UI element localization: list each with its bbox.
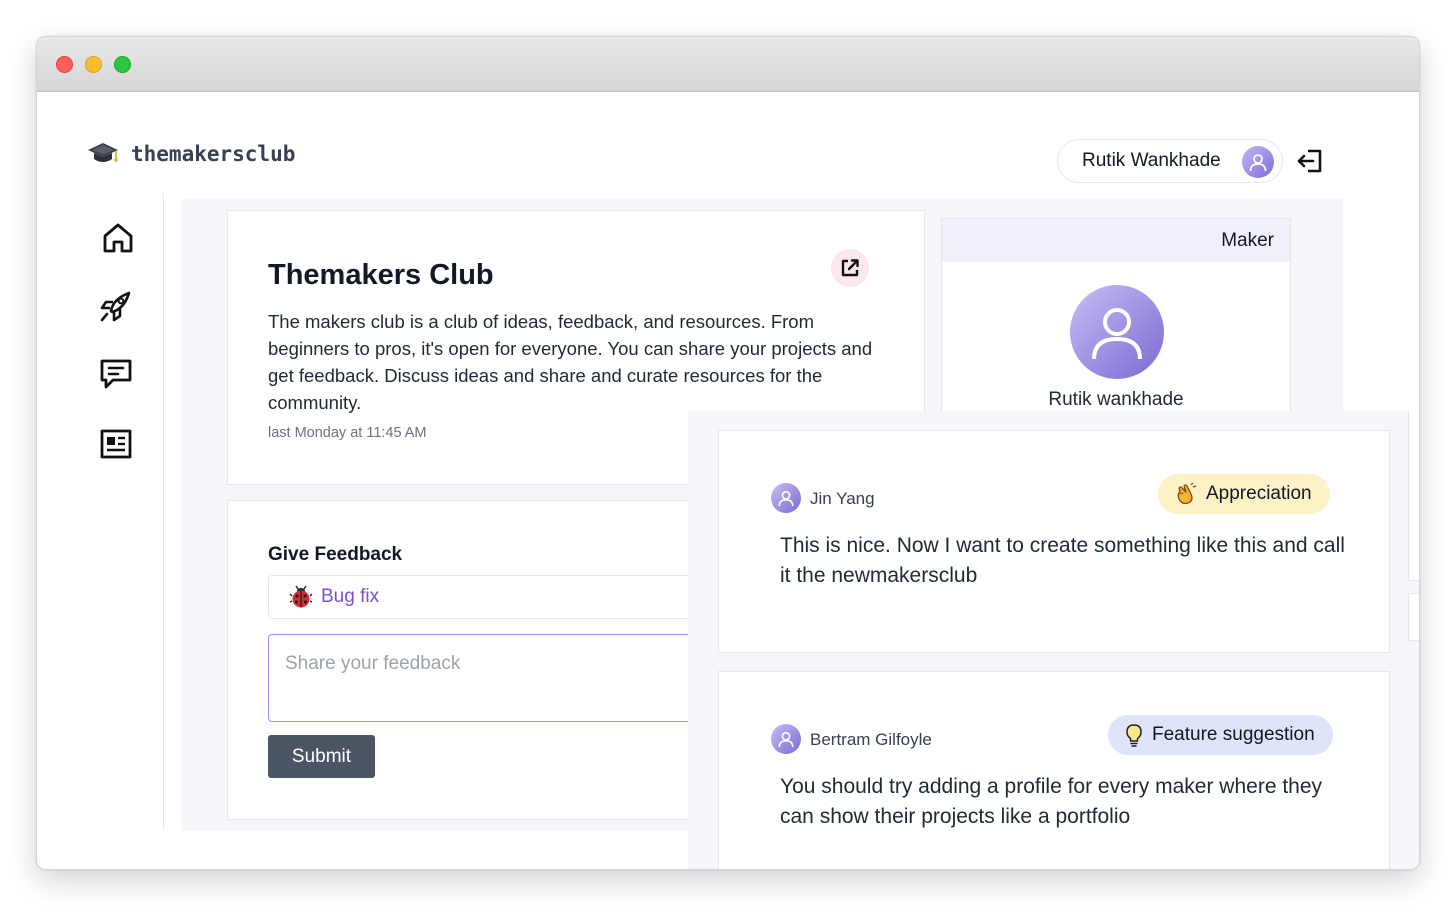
browser-window: themakersclub Rutik Wankhade Themakers C… [36,36,1420,870]
feedback-type-value: Bug fix [321,586,380,607]
comment-text: You should try adding a profile for ever… [780,775,1323,828]
comment-type-badge: Feature suggestion [1108,715,1333,755]
club-timestamp: last Monday at 11:45 AM [268,425,427,441]
user-name: Rutik Wankhade [1082,150,1221,171]
user-icon [1092,308,1142,360]
app-logo[interactable]: themakersclub [87,141,295,167]
page-content: themakersclub Rutik Wankhade Themakers C… [37,93,1419,869]
comment-author: Bertram Gilfoyle [810,730,932,749]
comment-avatar[interactable] [771,724,801,754]
ladybug-icon [289,585,313,608]
clapping-hands-icon [1177,482,1197,505]
comment-avatar[interactable] [771,483,801,513]
comment-author: Jin Yang [810,489,875,508]
newspaper-icon[interactable] [99,427,133,461]
user-icon [778,490,794,507]
feedback-label: Give Feedback [268,544,403,565]
maker-header: Maker [942,219,1290,262]
comment-badge-label: Appreciation [1206,483,1312,504]
user-avatar [1242,146,1274,178]
user-icon [778,731,794,748]
graduation-cap-icon [88,143,118,162]
comment-type-badge: Appreciation [1158,474,1330,514]
logout-icon[interactable] [1295,145,1327,177]
maker-name: Rutik wankhade [1048,389,1184,410]
background-card-edge [1408,411,1419,581]
window-titlebar [37,37,1419,92]
maker-label: Maker [1221,229,1274,251]
open-link-button[interactable] [831,249,869,287]
close-window-button[interactable] [56,56,73,73]
comment-text: This is nice. Now I want to create somet… [780,534,1345,587]
submit-button[interactable]: Submit [268,735,375,778]
rocket-icon[interactable] [99,289,133,323]
background-card-edge [1408,593,1419,641]
comment-card: Jin Yang Appreciation This is nice. Now … [718,430,1390,653]
comment-badge-label: Feature suggestion [1152,724,1315,745]
home-icon[interactable] [101,221,135,255]
user-profile-pill[interactable]: Rutik Wankhade [1057,139,1283,183]
external-link-icon [841,259,859,277]
user-icon [1249,154,1267,172]
minimize-window-button[interactable] [85,56,102,73]
club-description: The makers club is a club of ideas, feed… [268,311,873,413]
maker-card: Maker Rutik wankhade [941,218,1291,418]
app-logo-text: themakersclub [131,142,296,166]
maker-avatar[interactable] [1070,285,1164,379]
lightbulb-icon [1126,724,1142,747]
chat-icon[interactable] [99,357,133,391]
club-title: Themakers Club [268,259,494,291]
maximize-window-button[interactable] [114,56,131,73]
comment-card: Bertram Gilfoyle Feature suggestion You … [718,671,1390,869]
left-nav-rail [37,193,164,829]
